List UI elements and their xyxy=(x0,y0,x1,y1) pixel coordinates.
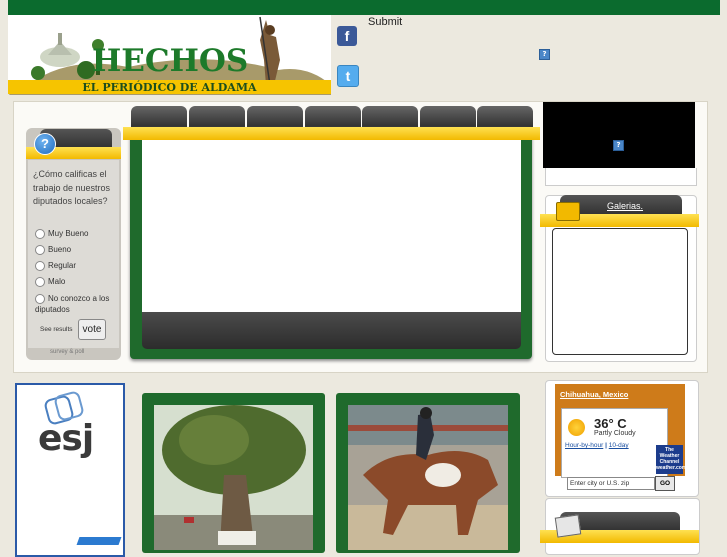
radio-button[interactable] xyxy=(35,245,45,255)
gallery-content[interactable] xyxy=(552,228,688,355)
poll-option[interactable]: Bueno xyxy=(35,245,71,255)
newspaper-icon xyxy=(554,514,582,538)
facebook-icon[interactable]: f xyxy=(337,26,357,46)
nav-tab[interactable] xyxy=(247,106,303,128)
poll-option[interactable]: Muy Bueno xyxy=(35,229,88,239)
poll-option-label: Regular xyxy=(48,261,77,271)
featured-content[interactable] xyxy=(142,140,521,312)
radio-button[interactable] xyxy=(35,229,45,239)
poll-option-label: Muy Bueno xyxy=(48,229,89,239)
folder-icon xyxy=(556,202,580,221)
help-icon: ? xyxy=(539,49,550,60)
weather-search-input[interactable]: Enter city or U.S. zip xyxy=(567,477,655,490)
tree-illustration xyxy=(154,405,313,550)
partly-cloudy-icon xyxy=(568,419,585,436)
poll-option-label: No conozco a los diputados xyxy=(35,294,110,314)
radio-button[interactable] xyxy=(35,294,45,304)
question-icon: ? xyxy=(34,133,56,155)
tenday-link[interactable]: 10-day xyxy=(609,442,629,449)
weather-channel-site: weather.com xyxy=(656,465,687,471)
poll-option[interactable]: Malo xyxy=(35,277,65,287)
sponsor-stripe xyxy=(76,537,122,545)
nav-tab[interactable] xyxy=(189,106,245,128)
nav-tab[interactable] xyxy=(362,106,418,128)
link-separator: | xyxy=(605,442,607,449)
poll-question: ¿Cómo calificas el trabajo de nuestros d… xyxy=(33,169,111,206)
ad-footer xyxy=(545,168,697,186)
gallery-link[interactable]: Galerias. xyxy=(607,201,643,211)
weather-channel-logo[interactable]: The Weather Channel weather.com xyxy=(656,445,687,474)
submit-link[interactable]: Submit xyxy=(368,16,402,28)
featured-header-band xyxy=(123,127,540,140)
radio-button[interactable] xyxy=(35,261,45,271)
sponsor-banner[interactable] xyxy=(15,383,125,557)
logo-title: HECHOS xyxy=(92,43,249,79)
sponsor-logo-text: esj xyxy=(38,418,94,459)
help-icon: ? xyxy=(613,140,624,151)
weather-go-button[interactable]: GO xyxy=(655,476,675,491)
rodeo-illustration xyxy=(348,405,508,550)
news-photo-rodeo[interactable] xyxy=(348,405,508,550)
news-photo-tree[interactable] xyxy=(154,405,313,550)
nav-tab[interactable] xyxy=(420,106,476,128)
top-bar xyxy=(8,0,720,15)
featured-caption-bar xyxy=(142,312,521,349)
weather-condition: Partly Cloudy xyxy=(594,430,636,437)
see-results-link[interactable]: See results xyxy=(40,326,73,333)
radio-button[interactable] xyxy=(35,277,45,287)
weather-links: Hour-by-hour | 10-day xyxy=(565,442,629,449)
weather-channel-name: The Weather Channel xyxy=(659,447,680,465)
nav-tab[interactable] xyxy=(477,106,533,128)
vote-button[interactable]: vote xyxy=(78,319,106,340)
logo-subtitle: EL PERIÓDICO DE ALDAMA xyxy=(8,80,331,94)
hourly-link[interactable]: Hour-by-hour xyxy=(565,442,603,449)
weather-temperature: 36° C xyxy=(594,416,627,431)
poll-footer: survey & poll xyxy=(50,349,85,355)
poll-option-label: Malo xyxy=(48,277,66,287)
poll-option[interactable]: Regular xyxy=(35,261,76,271)
ad-banner[interactable] xyxy=(543,102,695,168)
nav-tab[interactable] xyxy=(305,106,361,128)
nav-tab[interactable] xyxy=(131,106,187,128)
twitter-icon[interactable]: t xyxy=(337,65,359,87)
poll-option[interactable]: No conozco a los diputados xyxy=(35,293,113,315)
poll-option-label: Bueno xyxy=(48,245,72,255)
weather-location-link[interactable]: Chihuahua, Mexico xyxy=(560,390,628,399)
